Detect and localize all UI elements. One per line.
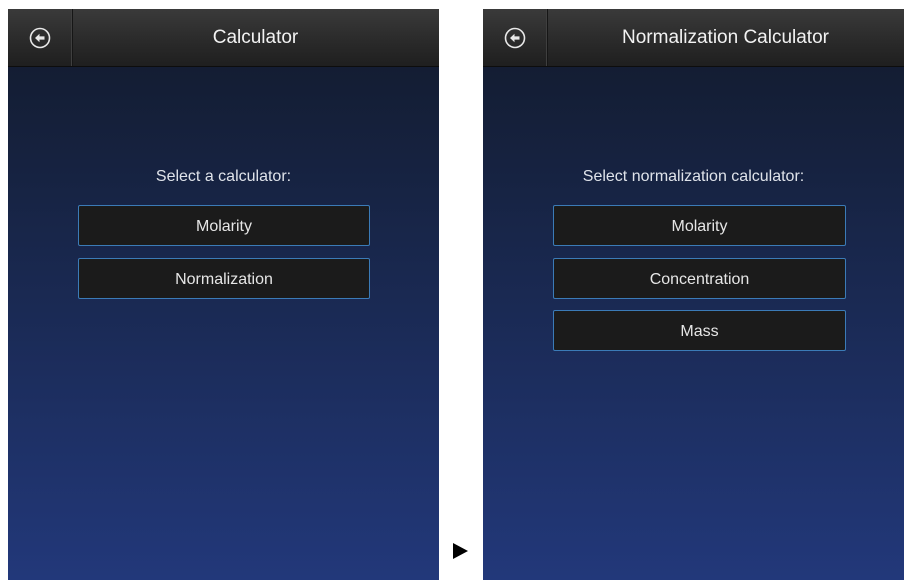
select-prompt: Select a calculator: [155,168,292,185]
normalization-button[interactable]: Normalization [78,258,370,299]
concentration-button[interactable]: Concentration [553,258,846,299]
page-title: Normalization Calculator [622,27,829,48]
back-button[interactable] [483,9,548,66]
back-arrow-icon [29,27,51,48]
molarity-button[interactable]: Molarity [78,205,370,246]
page-title: Calculator [212,27,299,48]
mass-button[interactable]: Mass [553,310,846,351]
normalization-calculator-screen: Normalization Calculator Select normaliz… [483,9,904,580]
molarity-button[interactable]: Molarity [553,205,846,246]
select-prompt: Select normalization calculator: [582,168,805,185]
play-arrow-icon [453,543,468,559]
back-arrow-icon [504,27,526,48]
calculator-screen: Calculator Select a calculator: Molarity… [8,9,439,580]
title-bar: Calculator [8,9,439,67]
back-button[interactable] [8,9,73,66]
title-bar: Normalization Calculator [483,9,904,67]
